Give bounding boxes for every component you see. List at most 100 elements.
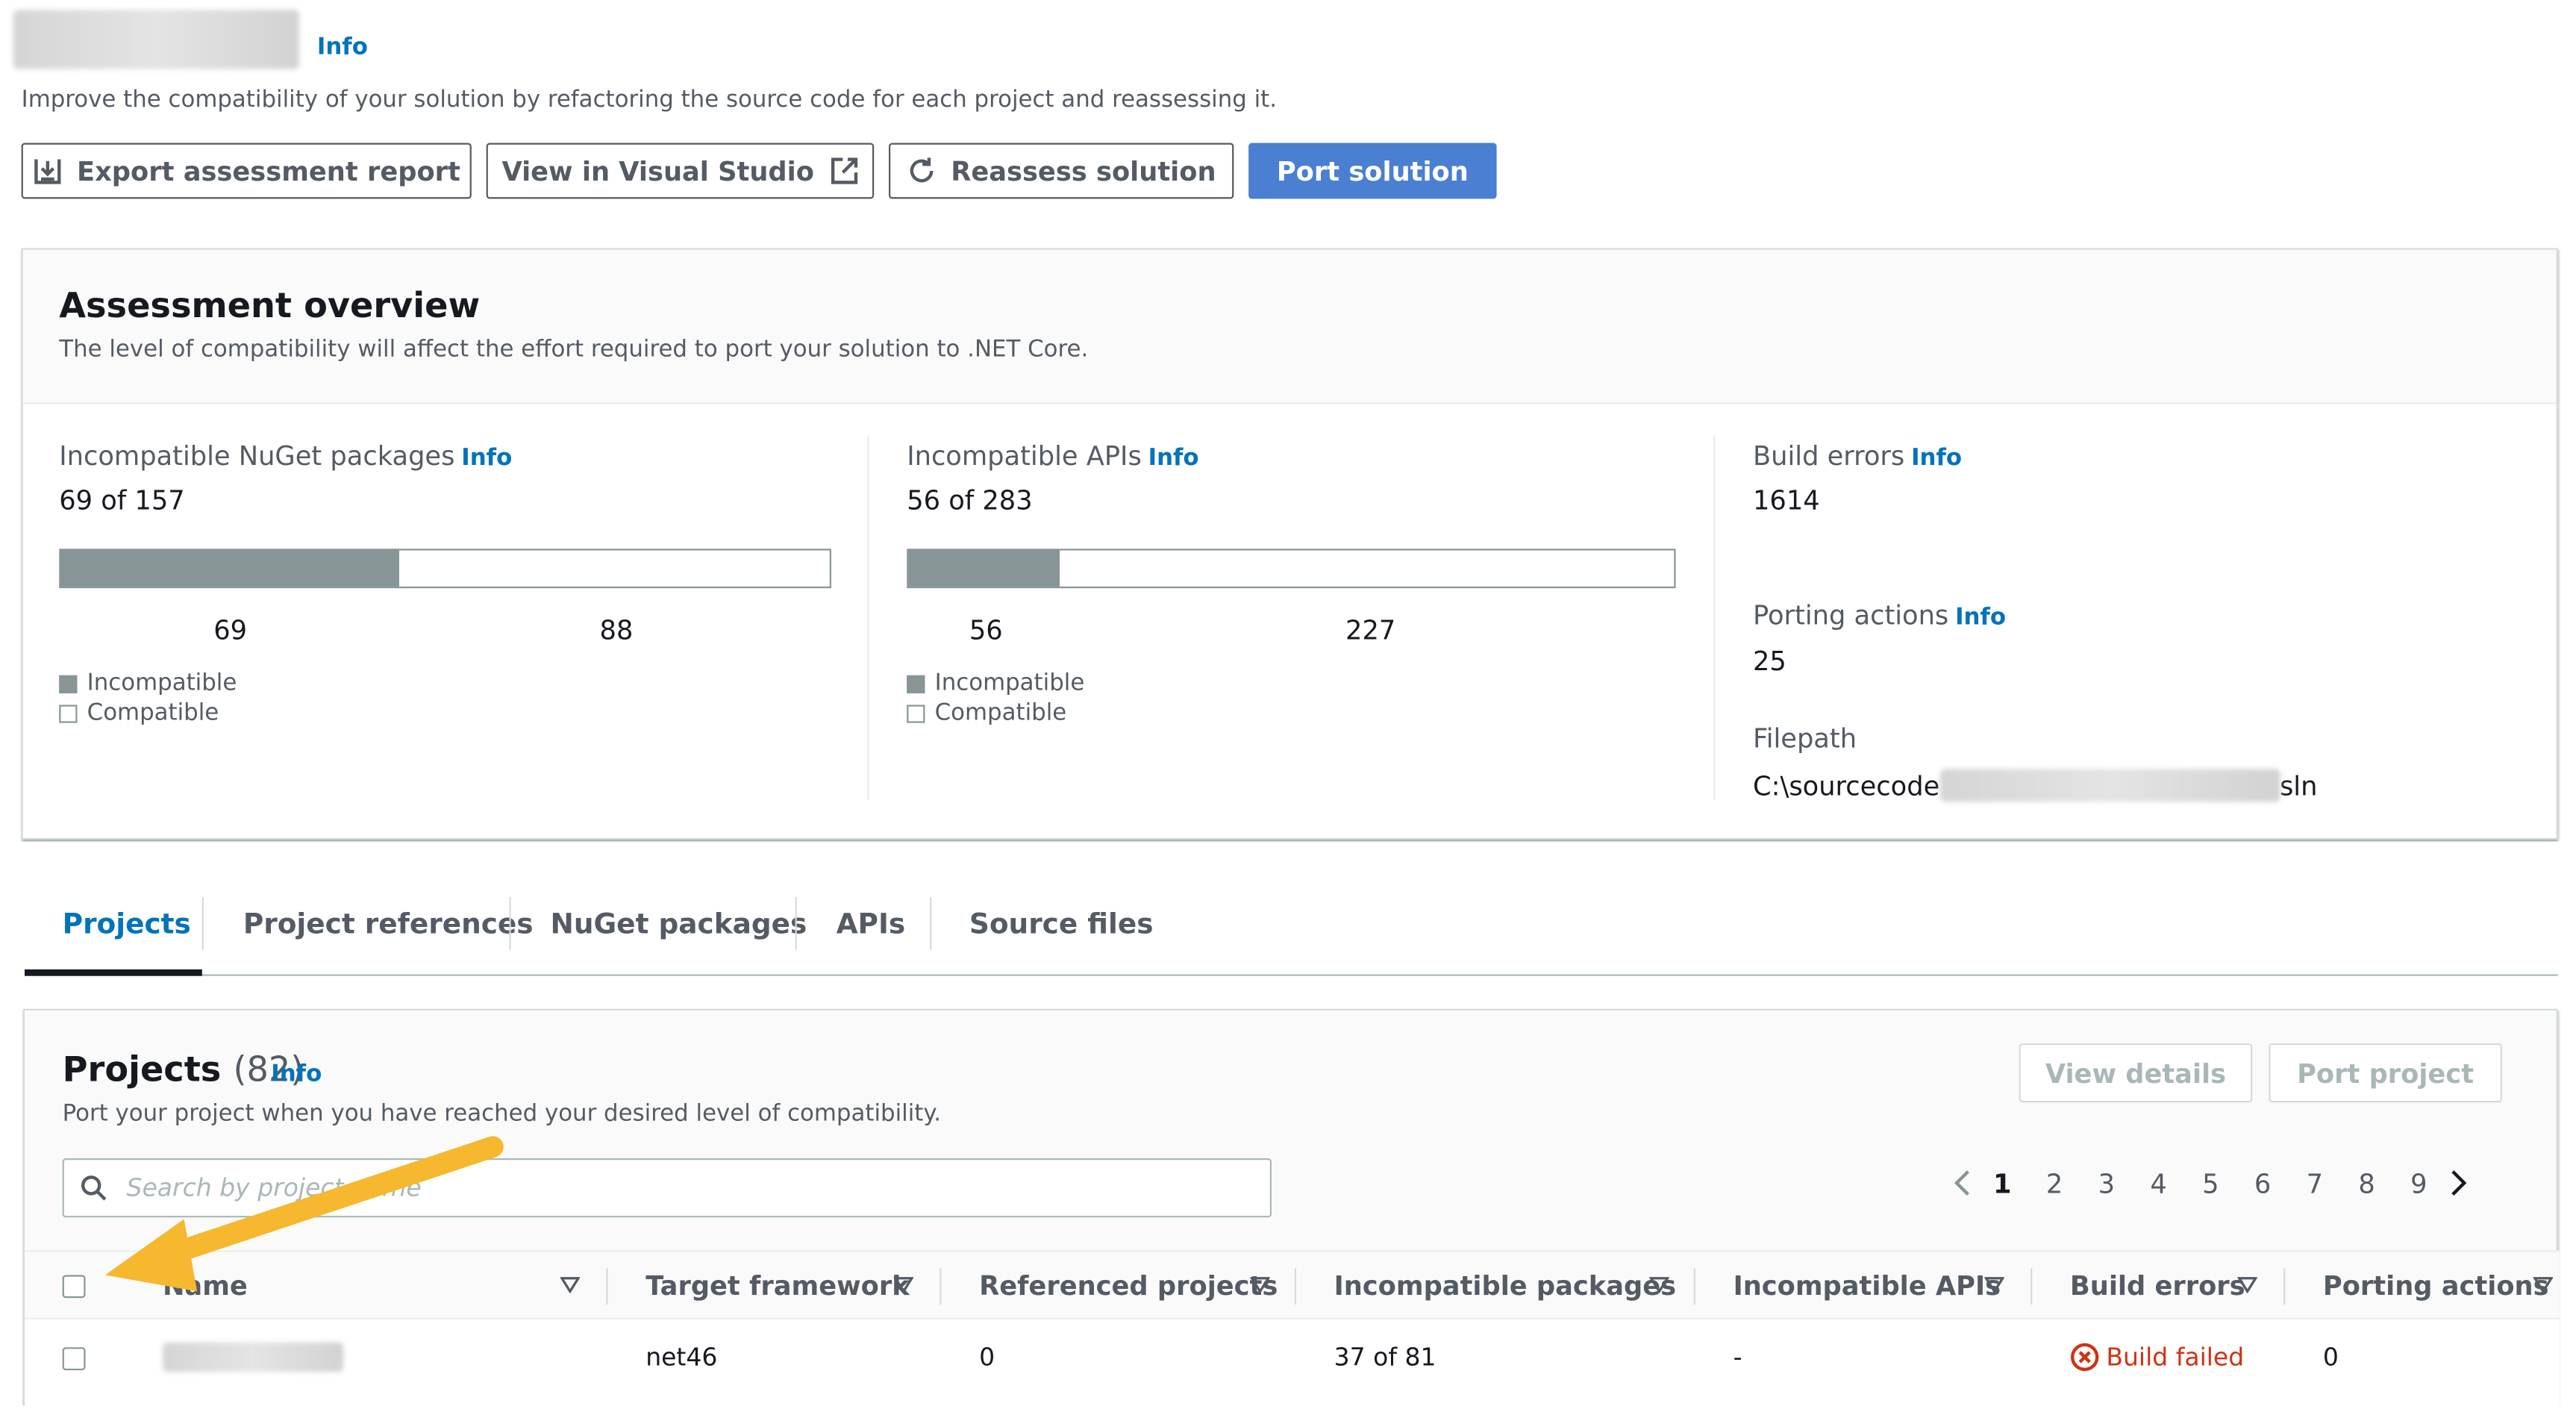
cell-porting-actions: 0 (2322, 1342, 2339, 1372)
column-referenced-projects[interactable]: Referenced projects (979, 1270, 1278, 1302)
title-info-link[interactable]: Info (317, 34, 368, 60)
page-7[interactable]: 7 (2289, 1167, 2341, 1199)
port-solution-button[interactable]: Port solution (1248, 143, 1497, 199)
annotation-arrow-icon (104, 1136, 504, 1292)
project-name-redacted[interactable] (162, 1342, 344, 1372)
nuget-compatible-count: 88 (599, 614, 634, 646)
overview-title: Assessment overview (59, 286, 481, 325)
cell-target-framework: net46 (645, 1342, 718, 1372)
legend-incompatible-label: Incompatible (87, 670, 237, 697)
refresh-icon (910, 157, 934, 183)
porting-actions-label-text: Porting actions (1753, 599, 1949, 631)
pagination: 1 2 3 4 5 6 7 8 9 (1950, 1166, 2471, 1199)
filepath-value: C:\sourcecode sln (1753, 769, 2317, 802)
nuget-bar-fill (60, 550, 399, 587)
sort-caret-icon[interactable] (560, 1277, 581, 1293)
filepath-prefix: C:\sourcecode (1753, 769, 1940, 802)
nuget-legend-compatible: Compatible (59, 700, 219, 726)
build-errors-value: 1614 (1753, 484, 1820, 516)
filepath-redacted (1939, 769, 2280, 802)
column-porting-actions[interactable]: Porting actions (2323, 1270, 2549, 1302)
nuget-legend-incompatible: Incompatible (59, 670, 237, 696)
error-icon (2070, 1343, 2099, 1372)
apis-compatible-count: 227 (1345, 614, 1396, 646)
page-9[interactable]: 9 (2392, 1167, 2445, 1199)
assessment-overview-card: Assessment overview The level of compati… (21, 248, 2558, 840)
sort-caret-icon[interactable] (2237, 1277, 2257, 1293)
sort-caret-icon[interactable] (1649, 1277, 1669, 1293)
view-details-button[interactable]: View details (2019, 1043, 2253, 1103)
tab-source-files[interactable]: Source files (969, 908, 1154, 941)
build-errors-label: Build errors Info (1753, 440, 1962, 472)
column-divider (606, 1268, 608, 1305)
view-in-visual-studio-button[interactable]: View in Visual Studio (486, 143, 875, 199)
cell-incompatible-packages: 37 of 81 (1334, 1342, 1437, 1372)
sort-caret-icon[interactable] (893, 1277, 914, 1293)
page-8[interactable]: 8 (2341, 1167, 2393, 1199)
apis-bar (907, 549, 1676, 589)
cell-build-errors: Build failed (2070, 1343, 2244, 1372)
compatible-swatch (907, 704, 925, 722)
apis-legend-incompatible: Incompatible (907, 670, 1084, 696)
tab-project-references[interactable]: Project references (243, 908, 534, 941)
column-divider (2031, 1268, 2033, 1305)
export-report-label: Export assessment report (77, 155, 460, 187)
sort-caret-icon[interactable] (1984, 1277, 2004, 1293)
page-3[interactable]: 3 (2081, 1167, 2133, 1199)
column-divider (867, 435, 869, 801)
column-build-errors[interactable]: Build errors (2070, 1270, 2245, 1302)
porting-actions-info-link[interactable]: Info (1955, 605, 2006, 631)
apis-info-link[interactable]: Info (1148, 446, 1199, 472)
tab-projects[interactable]: Projects (63, 908, 191, 941)
tab-divider (795, 897, 797, 950)
column-divider (1693, 1268, 1695, 1305)
column-incompatible-packages[interactable]: Incompatible packages (1334, 1270, 1676, 1302)
legend-compatible-label: Compatible (87, 699, 219, 727)
tab-apis[interactable]: APIs (837, 908, 906, 941)
page-4[interactable]: 4 (2133, 1167, 2185, 1199)
page-6[interactable]: 6 (2236, 1167, 2289, 1199)
tab-divider (930, 897, 932, 950)
page-subtitle: Improve the compatibility of your soluti… (21, 87, 1278, 113)
projects-title-text: Projects (62, 1049, 222, 1090)
build-errors-info-link[interactable]: Info (1911, 446, 1962, 472)
page-2[interactable]: 2 (2028, 1167, 2081, 1199)
overview-description: The level of compatibility will affect t… (59, 337, 1089, 363)
column-incompatible-apis[interactable]: Incompatible APIs (1734, 1270, 2001, 1302)
solution-title-redacted (13, 10, 299, 69)
legend-compatible-label: Compatible (934, 699, 1067, 727)
row-checkbox[interactable] (62, 1347, 86, 1371)
sort-caret-icon[interactable] (1250, 1277, 1270, 1293)
compatible-swatch (59, 704, 78, 722)
cell-incompatible-apis: - (1733, 1342, 1742, 1372)
table-row[interactable]: net46 0 37 of 81 - Build failed 0 (25, 1319, 2560, 1418)
nuget-incompatible-count: 69 (213, 614, 248, 646)
porting-actions-value: 25 (1753, 646, 1786, 678)
external-link-icon (830, 157, 857, 184)
page-5[interactable]: 5 (2184, 1167, 2236, 1199)
export-report-button[interactable]: Export assessment report (21, 143, 472, 199)
projects-description: Port your project when you have reached … (62, 1101, 942, 1128)
reassess-solution-button[interactable]: Reassess solution (889, 143, 1234, 199)
apis-metric-label: Incompatible APIs Info (907, 440, 1198, 472)
port-project-button[interactable]: Port project (2269, 1043, 2502, 1103)
nuget-label-text: Incompatible NuGet packages (59, 440, 455, 472)
apis-incompatible-count: 56 (969, 614, 1003, 646)
nuget-bar (59, 549, 831, 589)
overview-header: Assessment overview The level of compati… (22, 249, 2557, 405)
incompatible-swatch (59, 674, 78, 693)
page-1[interactable]: 1 (1976, 1167, 2028, 1199)
sort-caret-icon[interactable] (2533, 1277, 2554, 1293)
chevron-right-icon[interactable] (2445, 1166, 2471, 1199)
nuget-info-link[interactable]: Info (461, 446, 512, 472)
column-target-framework[interactable]: Target framework (645, 1270, 909, 1302)
apis-legend-compatible: Compatible (907, 700, 1066, 726)
projects-info-link[interactable]: Info (271, 1061, 322, 1087)
page: Info Improve the compatibility of your s… (0, 0, 2576, 1418)
filepath-label: Filepath (1753, 722, 1857, 755)
column-divider (1713, 435, 1716, 801)
chevron-left-icon[interactable] (1950, 1166, 1976, 1199)
tab-nuget-packages[interactable]: NuGet packages (551, 908, 807, 941)
filepath-suffix: sln (2279, 769, 2318, 802)
build-failed-label: Build failed (2106, 1342, 2245, 1372)
